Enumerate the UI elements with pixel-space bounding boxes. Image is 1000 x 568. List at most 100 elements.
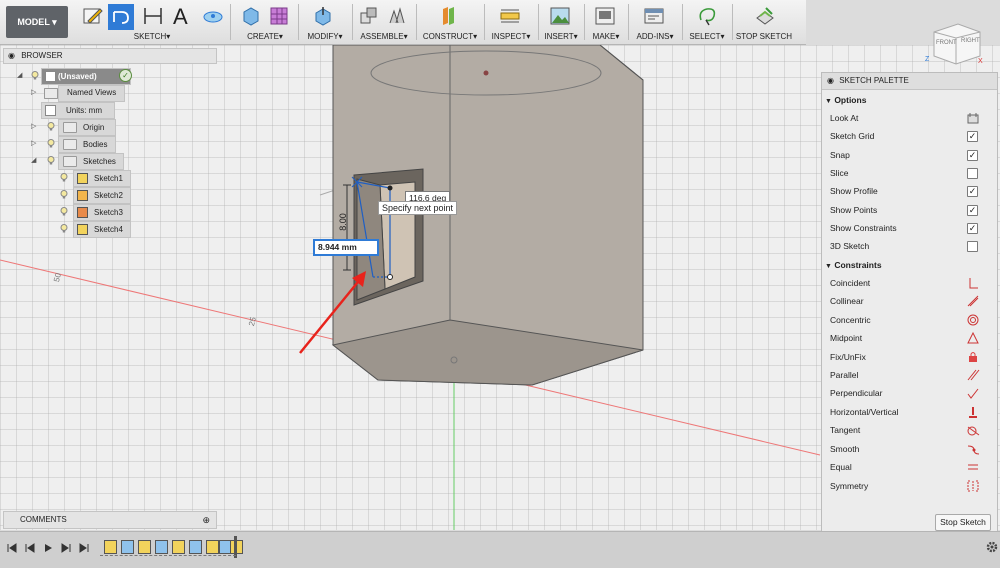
constraint-parallel[interactable]: Parallel (830, 366, 990, 384)
bodies-expand-icon[interactable]: ▷ (31, 139, 36, 147)
symmetry-icon[interactable] (966, 479, 980, 493)
lock-icon[interactable] (966, 350, 980, 364)
constraint-concentric[interactable]: Concentric (830, 311, 990, 329)
option-show-profile[interactable]: Show Profile ✓ (830, 182, 990, 200)
option-slice[interactable]: Slice (830, 164, 990, 182)
assemble-menu[interactable]: ASSEMBLE▾ (354, 2, 414, 42)
addins-menu[interactable]: ADD-INS▾ (630, 2, 680, 42)
sketch-point[interactable] (387, 185, 393, 191)
play-icon[interactable] (42, 542, 54, 554)
constraint-tangent[interactable]: Tangent (830, 421, 990, 439)
option-sketch-grid[interactable]: Sketch Grid ✓ (830, 127, 990, 145)
collapse-icon[interactable]: ◉ (8, 51, 15, 60)
parallel-icon[interactable] (966, 368, 980, 382)
constraint-perpendicular[interactable]: Perpendicular (830, 384, 990, 402)
option-3d-sketch[interactable]: 3D Sketch (830, 237, 990, 255)
show-points-checkbox[interactable]: ✓ (967, 205, 978, 216)
constraint-collinear[interactable]: Collinear (830, 292, 990, 310)
constraint-coincident[interactable]: Coincident (830, 274, 990, 292)
bodies-bulb-icon[interactable] (47, 139, 55, 148)
view-cube-right[interactable]: RIGHT (961, 38, 980, 44)
origin-expand-icon[interactable]: ▷ (31, 122, 36, 130)
timeline-feature-extrude[interactable] (121, 540, 134, 554)
stop-sketch-button[interactable]: Stop Sketch (935, 514, 991, 531)
palette-header[interactable]: ◉ SKETCH PALETTE (822, 73, 997, 90)
options-section-header[interactable]: ▼ Options (822, 93, 997, 108)
constraints-section-header[interactable]: ▼ Constraints (822, 258, 997, 273)
project-icon[interactable] (202, 5, 224, 27)
create-menu[interactable]: CREATE▾ (234, 2, 296, 42)
comments-panel[interactable]: COMMENTS ⊕ (3, 511, 217, 529)
option-show-points[interactable]: Show Points ✓ (830, 201, 990, 219)
equal-icon[interactable] (966, 460, 980, 474)
timeline-feature-sketch[interactable] (104, 540, 117, 554)
browser-header[interactable]: ◉ BROWSER (3, 48, 217, 64)
line-tool[interactable] (108, 4, 134, 30)
timeline-feature-sketch[interactable] (206, 540, 219, 554)
timeline-feature-sketch[interactable] (172, 540, 185, 554)
create-sketch-icon[interactable] (82, 5, 104, 27)
timeline-feature-extrude[interactable] (155, 540, 168, 554)
constraint-midpoint[interactable]: Midpoint (830, 329, 990, 347)
go-to-start-icon[interactable] (6, 542, 18, 554)
sketch-group[interactable]: A SKETCH▾ (78, 2, 226, 42)
sketch-grid-checkbox[interactable]: ✓ (967, 131, 978, 142)
3d-sketch-checkbox[interactable] (967, 241, 978, 252)
step-forward-icon[interactable] (60, 542, 72, 554)
concentric-icon[interactable] (966, 313, 980, 327)
perpendicular-icon[interactable] (966, 386, 980, 400)
constraint-fix-unfix[interactable]: Fix/UnFix (830, 348, 990, 366)
sketch2-bulb-icon[interactable] (60, 190, 68, 199)
constraint-symmetry[interactable]: Symmetry (830, 477, 990, 495)
gear-icon[interactable] (985, 540, 999, 554)
step-back-icon[interactable] (24, 542, 36, 554)
activate-check-icon[interactable]: ✓ (119, 69, 132, 82)
sketch-endpoint[interactable] (387, 274, 393, 280)
constraints-expand-icon[interactable]: ▼ (825, 263, 832, 270)
sketch1-bulb-icon[interactable] (60, 173, 68, 182)
timeline-feature-sketch[interactable] (138, 540, 151, 554)
go-to-end-icon[interactable] (78, 542, 90, 554)
view-cube[interactable]: FRONT RIGHT Z X (925, 20, 984, 68)
sketch4-bulb-icon[interactable] (60, 224, 68, 233)
root-expand-icon[interactable]: ◢ (17, 71, 22, 79)
construct-menu[interactable]: CONSTRUCT▾ (418, 2, 482, 42)
palette-collapse-icon[interactable]: ◉ (827, 76, 834, 85)
length-input[interactable]: 8.944 mm (313, 239, 379, 256)
modify-menu[interactable]: MODIFY▾ (300, 2, 350, 42)
sketches-bulb-icon[interactable] (47, 156, 55, 165)
look-at-icon[interactable] (966, 111, 980, 125)
visibility-bulb-icon[interactable] (31, 71, 39, 80)
sketch3-bulb-icon[interactable] (60, 207, 68, 216)
options-expand-icon[interactable]: ▼ (825, 98, 832, 105)
inspect-menu[interactable]: INSPECT▾ (486, 2, 536, 42)
select-menu[interactable]: SELECT▾ (684, 2, 730, 42)
show-profile-checkbox[interactable]: ✓ (967, 186, 978, 197)
constraint-smooth[interactable]: Smooth (830, 440, 990, 458)
comments-add-icon[interactable]: ⊕ (202, 512, 210, 528)
stop-sketch-toolbar-button[interactable]: STOP SKETCH (734, 2, 794, 42)
workspace-switcher[interactable]: MODEL ▾ (6, 6, 68, 38)
dimension-icon[interactable] (142, 5, 164, 27)
smooth-icon[interactable] (966, 442, 980, 456)
sketches-expand-icon[interactable]: ◢ (31, 156, 36, 164)
option-show-constraints[interactable]: Show Constraints ✓ (830, 219, 990, 237)
make-menu[interactable]: MAKE▾ (586, 2, 626, 42)
origin-bulb-icon[interactable] (47, 122, 55, 131)
slice-checkbox[interactable] (967, 168, 978, 179)
named-views-expand-icon[interactable]: ▷ (31, 88, 36, 96)
horizontal-vertical-icon[interactable] (966, 405, 980, 419)
timeline-feature-extrude[interactable] (189, 540, 202, 554)
midpoint-icon[interactable] (966, 331, 980, 345)
collinear-icon[interactable] (966, 294, 980, 308)
option-look-at[interactable]: Look At (830, 109, 990, 127)
tangent-icon[interactable] (966, 423, 980, 437)
show-constraints-checkbox[interactable]: ✓ (967, 223, 978, 234)
option-snap[interactable]: Snap ✓ (830, 146, 990, 164)
text-tool-icon[interactable]: A (173, 4, 188, 30)
coincident-icon[interactable] (966, 276, 980, 290)
constraint-equal[interactable]: Equal (830, 458, 990, 476)
snap-checkbox[interactable]: ✓ (967, 150, 978, 161)
view-cube-front[interactable]: FRONT (936, 40, 957, 46)
constraint-horizontal-vertical[interactable]: Horizontal/Vertical (830, 403, 990, 421)
